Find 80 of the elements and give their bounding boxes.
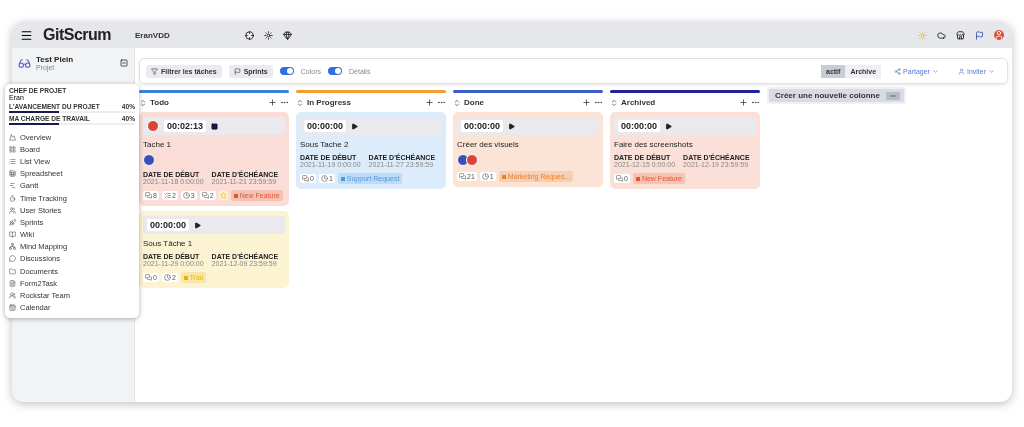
flag-icon [233, 67, 241, 75]
clock-icon [320, 175, 328, 182]
cloud-icon[interactable] [937, 30, 946, 40]
sort-icon[interactable] [453, 98, 461, 107]
add-icon[interactable] [582, 98, 591, 107]
sort-icon[interactable] [610, 98, 618, 107]
gantt-icon [9, 182, 16, 190]
share-icon [894, 67, 902, 75]
sort-icon[interactable] [296, 98, 304, 107]
timer: 00:00:00 [147, 219, 190, 231]
project-name[interactable]: Test Plein [36, 55, 74, 64]
play-icon[interactable] [508, 122, 516, 130]
column-title: Archived [621, 98, 656, 107]
sun-icon[interactable] [264, 30, 273, 40]
column-title: Todo [150, 98, 169, 107]
checklist-icon [163, 192, 171, 199]
new-column-button[interactable]: Créer une nouvelle colonne [767, 87, 906, 104]
more-icon[interactable] [594, 98, 603, 107]
clock-icon [481, 173, 489, 180]
crosshair-icon[interactable] [245, 30, 254, 40]
card-title: Sous Tâche 1 [143, 239, 194, 248]
user-icon [957, 67, 965, 75]
more-icon[interactable] [280, 98, 289, 107]
clock-icon [182, 192, 190, 199]
mountain-icon [9, 133, 16, 141]
play-icon[interactable] [194, 221, 202, 229]
card-title: Créer des visuels [457, 140, 520, 149]
more-icon[interactable] [437, 98, 446, 107]
card-title: Faire des screenshots [614, 140, 694, 149]
sort-icon[interactable] [139, 98, 147, 107]
column-title: Done [464, 98, 484, 107]
card-title: Tache 1 [143, 140, 173, 149]
app-logo: GitScrum [43, 26, 111, 44]
gem-icon[interactable] [283, 30, 292, 40]
comments-icon [201, 192, 209, 199]
folder-icon [9, 267, 16, 275]
stop-icon[interactable] [211, 122, 219, 130]
timer: 00:00:00 [461, 120, 504, 132]
project-icon [18, 56, 31, 70]
sheet-icon [9, 170, 16, 178]
toggle-switch[interactable] [279, 67, 294, 75]
add-icon[interactable] [268, 98, 277, 107]
team-icon [9, 292, 16, 300]
store-icon[interactable] [956, 30, 965, 40]
menu-icon[interactable] [20, 28, 33, 42]
timer: 00:00:00 [304, 120, 347, 132]
comments-icon [145, 274, 152, 281]
column-title: In Progress [307, 98, 351, 107]
timer-icon [9, 194, 16, 202]
flag-icon[interactable] [975, 30, 984, 40]
users-icon [9, 206, 16, 214]
add-icon[interactable] [739, 98, 748, 107]
add-icon[interactable] [425, 98, 434, 107]
card-title: Sous Tache 2 [300, 140, 350, 149]
comments-icon [459, 173, 466, 180]
rocket-icon [9, 218, 16, 226]
calendar-icon [9, 304, 16, 312]
book-icon [9, 231, 16, 239]
timer: 00:00:00 [618, 120, 661, 132]
filter-icon [151, 67, 158, 75]
clock-icon [163, 274, 171, 281]
timer: 00:02:13 [164, 120, 207, 132]
workspace-name[interactable]: EranVDD [135, 30, 235, 40]
collapse-icon[interactable] [120, 59, 128, 67]
more-icon[interactable] [751, 98, 760, 107]
chevron-icon [931, 67, 939, 75]
network-icon [9, 243, 16, 251]
comments-icon [302, 175, 309, 182]
toggle-switch[interactable] [328, 67, 342, 75]
avatar-icon[interactable] [994, 30, 1004, 40]
star-icon[interactable] [218, 191, 228, 200]
grid-icon [9, 145, 16, 153]
play-icon[interactable] [351, 122, 359, 130]
comments-icon [616, 175, 623, 182]
chat-icon [9, 255, 16, 263]
list-icon [9, 157, 16, 165]
document-icon [9, 279, 16, 287]
chevron-icon [988, 67, 995, 75]
comments-icon [145, 192, 152, 199]
play-icon[interactable] [665, 122, 673, 130]
